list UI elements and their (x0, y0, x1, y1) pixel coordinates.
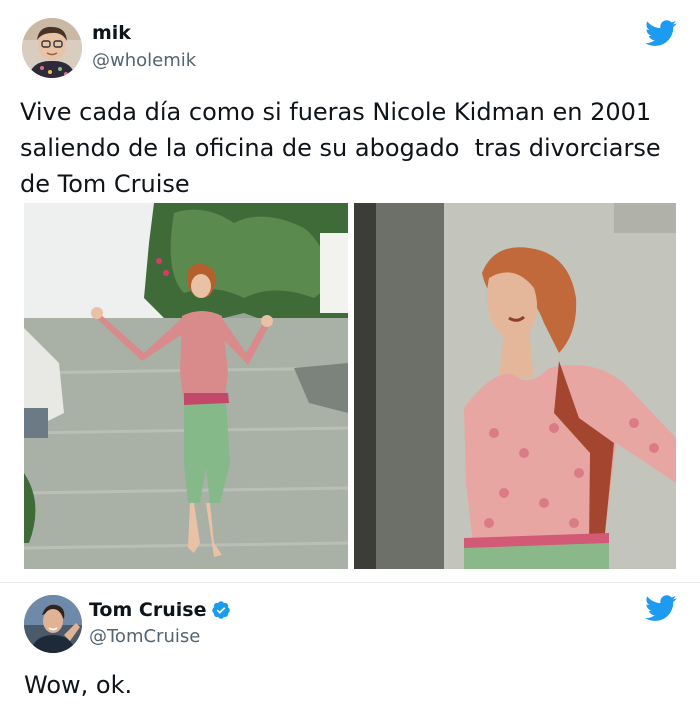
author-name[interactable]: mik (92, 22, 131, 44)
photo-arms-spread-closeup[interactable] (354, 203, 676, 569)
avatar[interactable] (24, 595, 82, 653)
verified-badge-icon (212, 601, 231, 619)
tweet-card-mik[interactable]: mik @wholemik Vive cada día como si fuer… (0, 0, 700, 583)
author-handle[interactable]: @wholemik (92, 50, 196, 71)
avatar-image (22, 18, 82, 78)
photo-image (354, 203, 676, 569)
photo-walking-street[interactable] (24, 203, 348, 569)
photo-image (24, 203, 348, 569)
twitter-bird-icon[interactable] (645, 20, 677, 47)
author-handle[interactable]: @TomCruise (89, 626, 200, 647)
twitter-bird-icon[interactable] (645, 595, 677, 622)
tweet-text: Wow, ok. (24, 671, 133, 699)
tweet-text: Vive cada día como si fueras Nicole Kidm… (20, 98, 661, 198)
avatar-image (24, 595, 82, 653)
tweet-card-tomcruise[interactable]: Tom Cruise @TomCruise Wow, ok. (0, 583, 700, 724)
author-name-row[interactable]: Tom Cruise (89, 599, 231, 621)
author-name[interactable]: Tom Cruise (89, 599, 206, 621)
avatar[interactable] (22, 18, 82, 78)
